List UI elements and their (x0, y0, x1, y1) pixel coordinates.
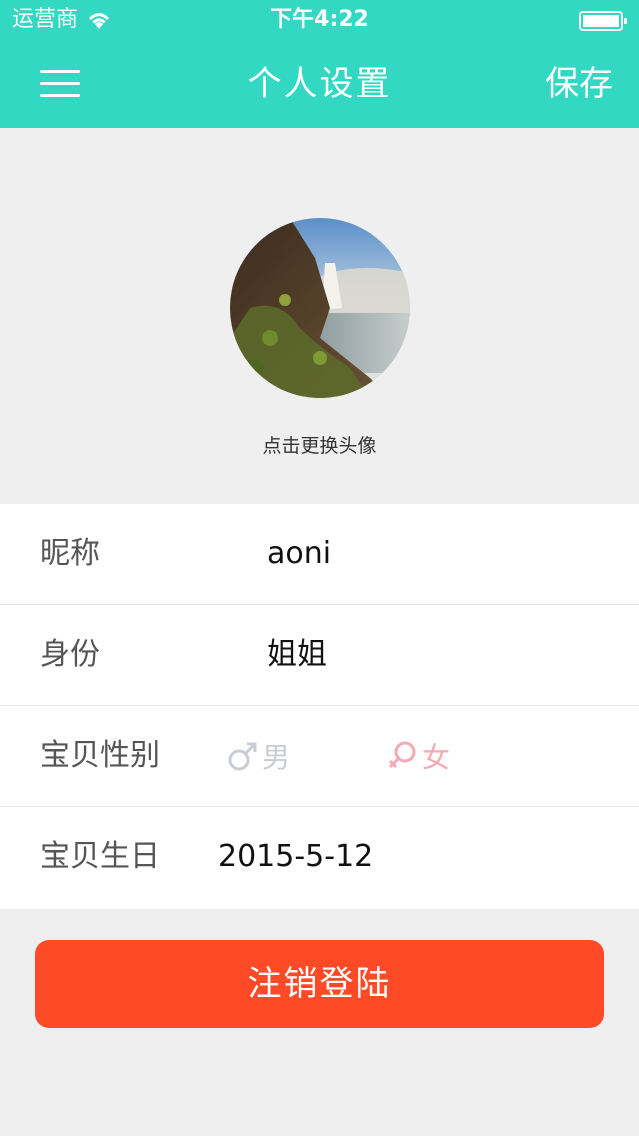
gender-male-label: 男 (262, 741, 291, 774)
page-title: 个人设置 (247, 64, 392, 104)
status-bar: 运营商 下午4:22 (0, 0, 639, 40)
identity-row: 身份 姐姐 (0, 605, 639, 706)
change-avatar-hint[interactable]: 点击更换头像 (0, 434, 639, 458)
status-time: 下午4:22 (270, 7, 369, 32)
identity-field[interactable]: 姐姐 (267, 605, 327, 705)
nickname-label: 昵称 (40, 536, 100, 571)
avatar-photo (230, 218, 410, 398)
avatar[interactable] (230, 218, 410, 398)
avatar-section: 点击更换头像 (0, 128, 639, 504)
gender-row: 宝贝性别 男 女 (0, 706, 639, 807)
female-symbol-icon (388, 741, 416, 769)
logout-button[interactable]: 注销登陆 (35, 940, 604, 1028)
settings-screen: 运营商 下午4:22 个人设置 保存 点击更换头像 昵称 aoni 身份 姐姐 … (0, 0, 639, 1136)
nickname-field[interactable]: aoni (267, 504, 331, 604)
birthday-row: 宝贝生日 2015-5-12 (0, 807, 639, 909)
nickname-row: 昵称 aoni (0, 504, 639, 605)
birthday-label: 宝贝生日 (40, 839, 160, 874)
navigation-bar: 个人设置 保存 (0, 40, 639, 128)
gender-female-option[interactable]: 女 (386, 706, 450, 806)
battery-icon (579, 11, 627, 31)
header: 运营商 下午4:22 个人设置 保存 (0, 0, 639, 128)
identity-label: 身份 (40, 637, 100, 672)
save-button[interactable]: 保存 (545, 62, 613, 106)
gender-female-label: 女 (422, 741, 451, 774)
profile-form: 昵称 aoni 身份 姐姐 宝贝性别 男 女 宝贝生日 2015-5-12 (0, 504, 639, 909)
gender-label: 宝贝性别 (40, 738, 160, 773)
gender-male-option[interactable]: 男 (226, 706, 290, 806)
male-symbol-icon (228, 742, 257, 771)
birthday-field[interactable]: 2015-5-12 (218, 807, 373, 907)
